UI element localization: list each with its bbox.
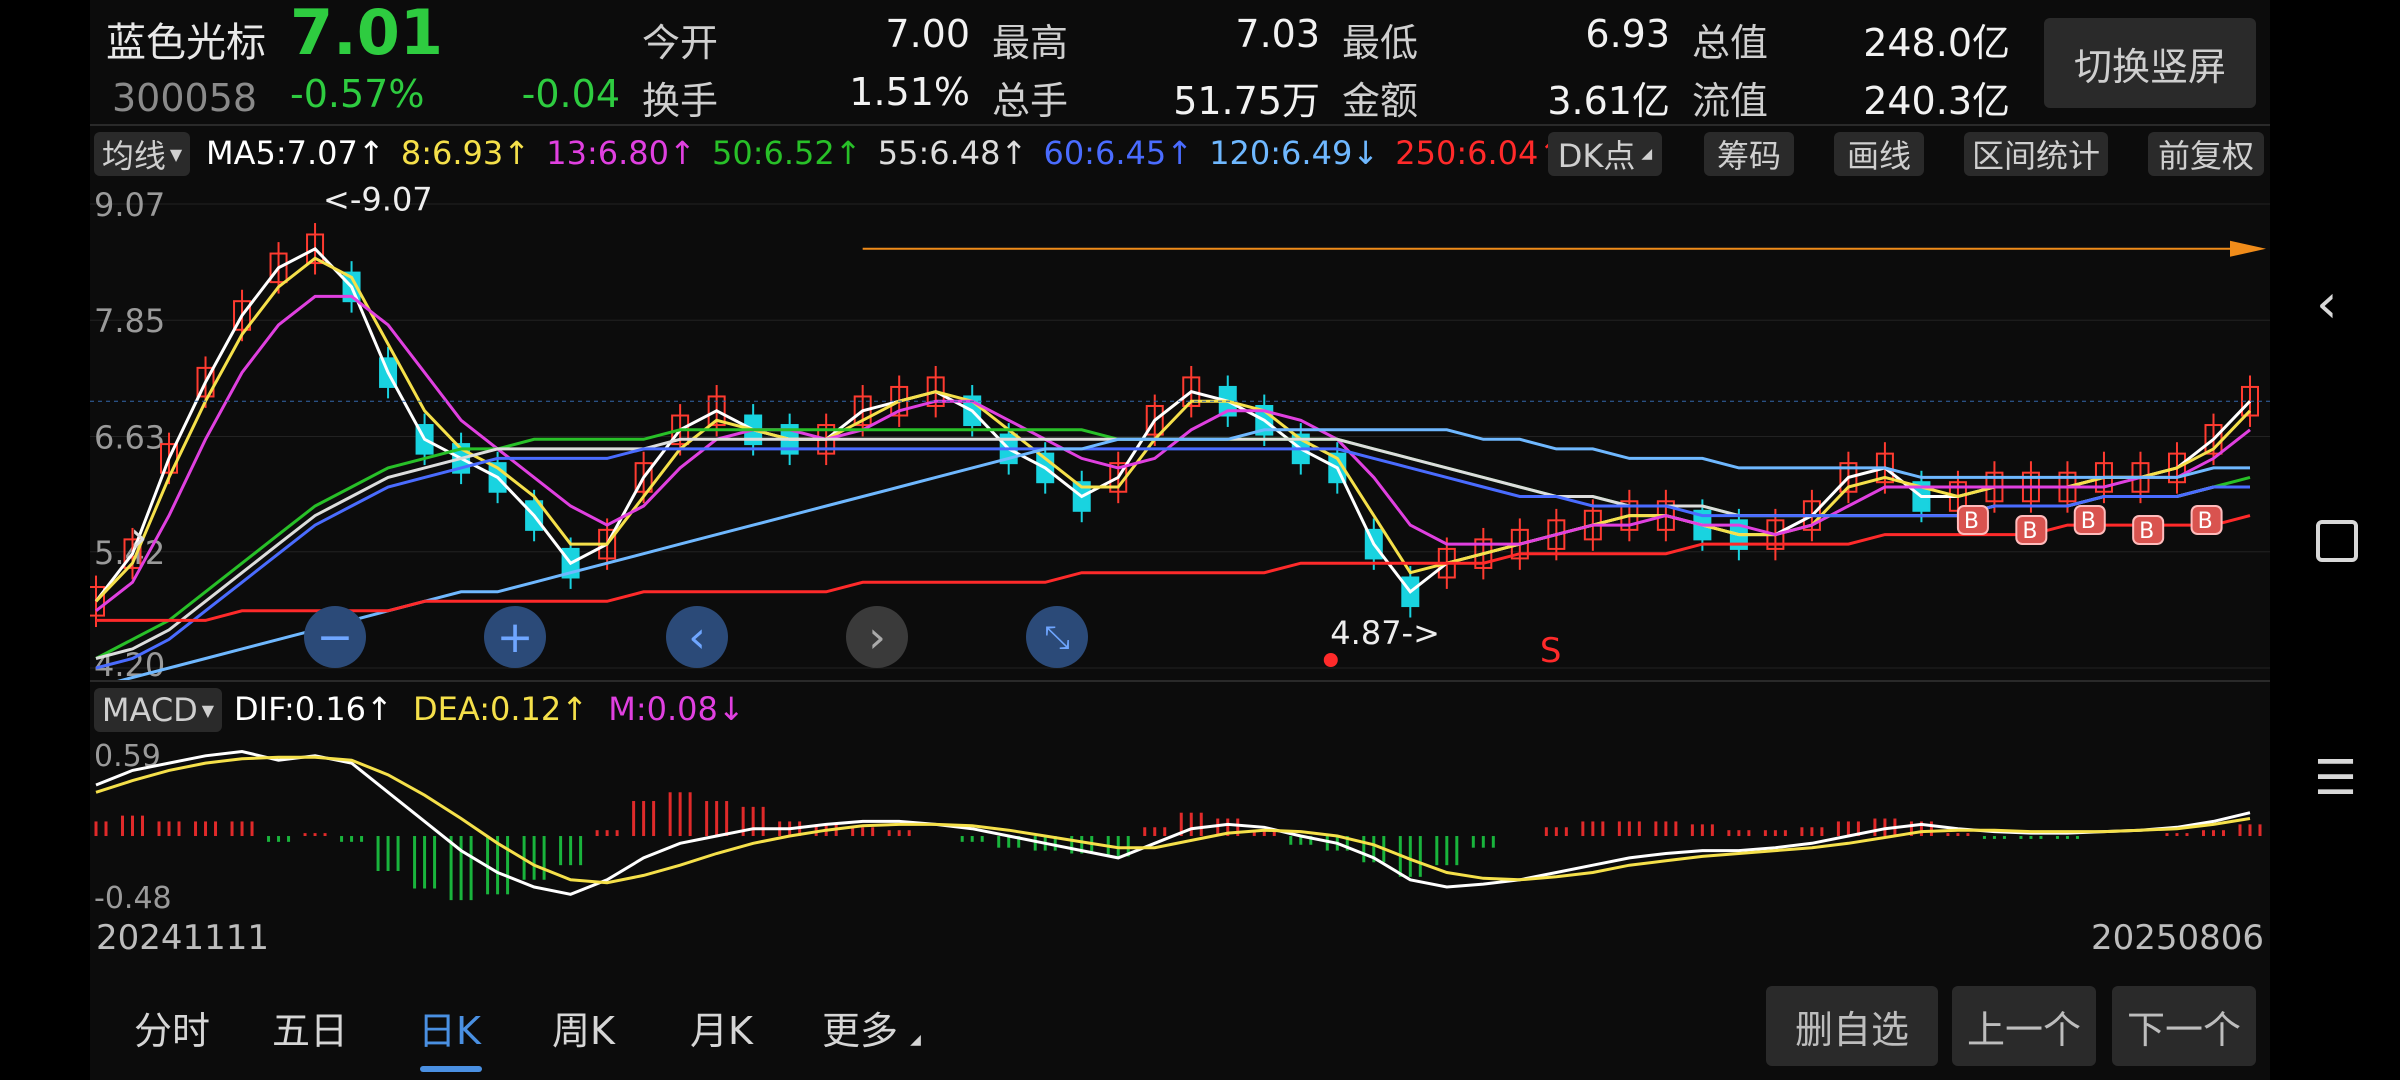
change-value: -0.04 xyxy=(521,72,620,116)
tab-weekly-k[interactable]: 周K xyxy=(552,1000,615,1055)
buy-badge-label: B xyxy=(2139,519,2154,544)
indicator-selector[interactable]: 均线 ▼ xyxy=(94,132,190,176)
tab-more[interactable]: 更多 ◢ xyxy=(822,1000,921,1055)
end-date: 20250806 xyxy=(2090,918,2264,958)
square-icon[interactable] xyxy=(2316,520,2358,562)
start-date: 20241111 xyxy=(96,918,270,958)
open-value: 7.00 xyxy=(885,12,970,56)
ma-line-55 xyxy=(95,437,2250,660)
volume-label: 总手 xyxy=(992,79,1069,123)
buy-badge-label: B xyxy=(2081,509,2096,534)
ma5-value: MA5:7.07↑ xyxy=(206,134,385,172)
high-annotation: <-9.07 xyxy=(323,181,433,219)
macd-y-tick-label: -0.48 xyxy=(94,881,172,912)
tab-active-indicator xyxy=(420,1066,482,1072)
tab-five-day[interactable]: 五日 xyxy=(272,1000,348,1055)
previous-button[interactable]: 上一个 xyxy=(1952,986,2096,1066)
ma8-value: 8:6.93↑ xyxy=(400,134,531,172)
guide-arrow-icon xyxy=(2230,240,2266,257)
buy-badge-label: B xyxy=(1964,509,1979,534)
buy-badge-label: B xyxy=(2198,509,2213,534)
chips-button[interactable]: 筹码 xyxy=(1704,132,1794,176)
low-value: 6.93 xyxy=(1585,12,1670,56)
stock-chart-panel: 蓝色光标 7.01 300058 -0.57% -0.04 今开 7.00 最高… xyxy=(90,0,2270,1080)
ma-line-120 xyxy=(117,428,2250,680)
switch-portrait-button[interactable]: 切换竖屏 xyxy=(2044,18,2256,108)
mktcap-label: 总值 xyxy=(1692,21,1769,65)
macd-line-DEA xyxy=(95,755,2251,885)
low-annotation: 4.87-> xyxy=(1330,614,1440,652)
zoom-in-icon[interactable]: + xyxy=(484,606,546,668)
expand-arrow-icon[interactable]: › xyxy=(130,512,148,563)
tab-intraday[interactable]: 分时 xyxy=(134,1000,210,1055)
macd-chart[interactable]: 0.59 -0.48 xyxy=(90,736,2270,912)
buy-badge-label: B xyxy=(2022,519,2037,544)
corner-arrow-icon: ◢ xyxy=(1641,146,1653,162)
turnover-value: 1.51% xyxy=(849,70,970,114)
dea-value: DEA:0.12↑ xyxy=(413,690,589,728)
zoom-out-icon[interactable]: − xyxy=(304,606,366,668)
sell-signal-marker: S xyxy=(1540,631,1562,671)
stock-name: 蓝色光标 xyxy=(106,20,266,66)
header-divider xyxy=(90,124,2270,126)
tab-monthly-k[interactable]: 月K xyxy=(690,1000,753,1055)
dk-point-button[interactable]: DK点 ◢ xyxy=(1548,132,1662,176)
ma-line-50 xyxy=(95,428,2251,660)
remove-watchlist-button[interactable]: 删自选 xyxy=(1766,986,1938,1066)
ma60-value: 60:6.45↑ xyxy=(1043,134,1194,172)
corner-arrow-icon: ◢ xyxy=(910,1032,921,1048)
float-value: 240.3亿 xyxy=(1863,79,2010,123)
next-button[interactable]: 下一个 xyxy=(2112,986,2256,1066)
candlestick-chart[interactable]: 9.077.856.635.424.20<-9.074.87-> SB B B B B xyxy=(90,180,2270,680)
tab-daily-k[interactable]: 日K xyxy=(418,1000,481,1055)
volume-value: 51.75万 xyxy=(1173,79,1320,123)
signal-dot xyxy=(1323,653,1338,667)
stock-price: 7.01 xyxy=(290,0,443,69)
ma13-value: 13:6.80↑ xyxy=(546,134,696,172)
menu-icon[interactable]: ☰ xyxy=(2314,750,2357,806)
forward-adjust-button[interactable]: 前复权 xyxy=(2148,132,2264,176)
macd-values: DIF:0.16↑ DEA:0.12↑ M:0.08↓ xyxy=(234,690,745,728)
dropdown-arrow-icon: ▼ xyxy=(201,700,215,720)
indicator-selector-label: 均线 xyxy=(101,137,166,175)
macd-selector[interactable]: MACD ▼ xyxy=(94,688,222,732)
dropdown-arrow-icon: ▼ xyxy=(169,144,183,164)
ma55-value: 55:6.48↑ xyxy=(877,134,1028,172)
ma50-value: 50:6.52↑ xyxy=(711,134,862,172)
amount-label: 金额 xyxy=(1342,79,1419,123)
pan-left-icon[interactable]: ‹ xyxy=(666,606,728,668)
low-label: 最低 xyxy=(1342,21,1419,65)
float-label: 流值 xyxy=(1692,79,1769,123)
change-pct: -0.57% xyxy=(290,72,425,116)
mktcap-value: 248.0亿 xyxy=(1863,21,2010,65)
high-label: 最高 xyxy=(992,21,1069,65)
dif-value: DIF:0.16↑ xyxy=(234,690,393,728)
macd-line-DIF xyxy=(95,749,2251,896)
ma250-value: 250:6.04↑ xyxy=(1395,134,1566,172)
turnover-label: 换手 xyxy=(642,79,719,123)
macd-selector-label: MACD xyxy=(101,691,198,729)
ma120-value: 120:6.49↓ xyxy=(1209,134,1380,172)
dk-point-label: DK点 xyxy=(1557,137,1636,175)
open-label: 今开 xyxy=(642,21,719,65)
amount-value: 3.61亿 xyxy=(1547,79,1670,123)
m-value: M:0.08↓ xyxy=(608,690,745,728)
y-tick-label: 7.85 xyxy=(94,302,165,340)
y-tick-label: 6.63 xyxy=(94,418,165,456)
pan-right-icon[interactable]: › xyxy=(846,606,908,668)
ma-line-250 xyxy=(96,514,2251,622)
stock-code: 300058 xyxy=(112,76,258,120)
y-tick-label: 9.07 xyxy=(94,186,165,224)
tab-more-label: 更多 xyxy=(822,1009,899,1053)
macd-y-tick-label: 0.59 xyxy=(94,739,161,774)
range-stats-button[interactable]: 区间统计 xyxy=(1964,132,2108,176)
reset-icon[interactable]: ⤡ xyxy=(1026,606,1088,668)
chart-divider xyxy=(90,680,2270,682)
draw-line-button[interactable]: 画线 xyxy=(1834,132,1924,176)
ma-values: MA5:7.07↑ 8:6.93↑ 13:6.80↑ 50:6.52↑ 55:6… xyxy=(206,134,1565,172)
back-chevron-icon[interactable]: ‹ xyxy=(2316,272,2338,335)
high-value: 7.03 xyxy=(1235,12,1320,56)
